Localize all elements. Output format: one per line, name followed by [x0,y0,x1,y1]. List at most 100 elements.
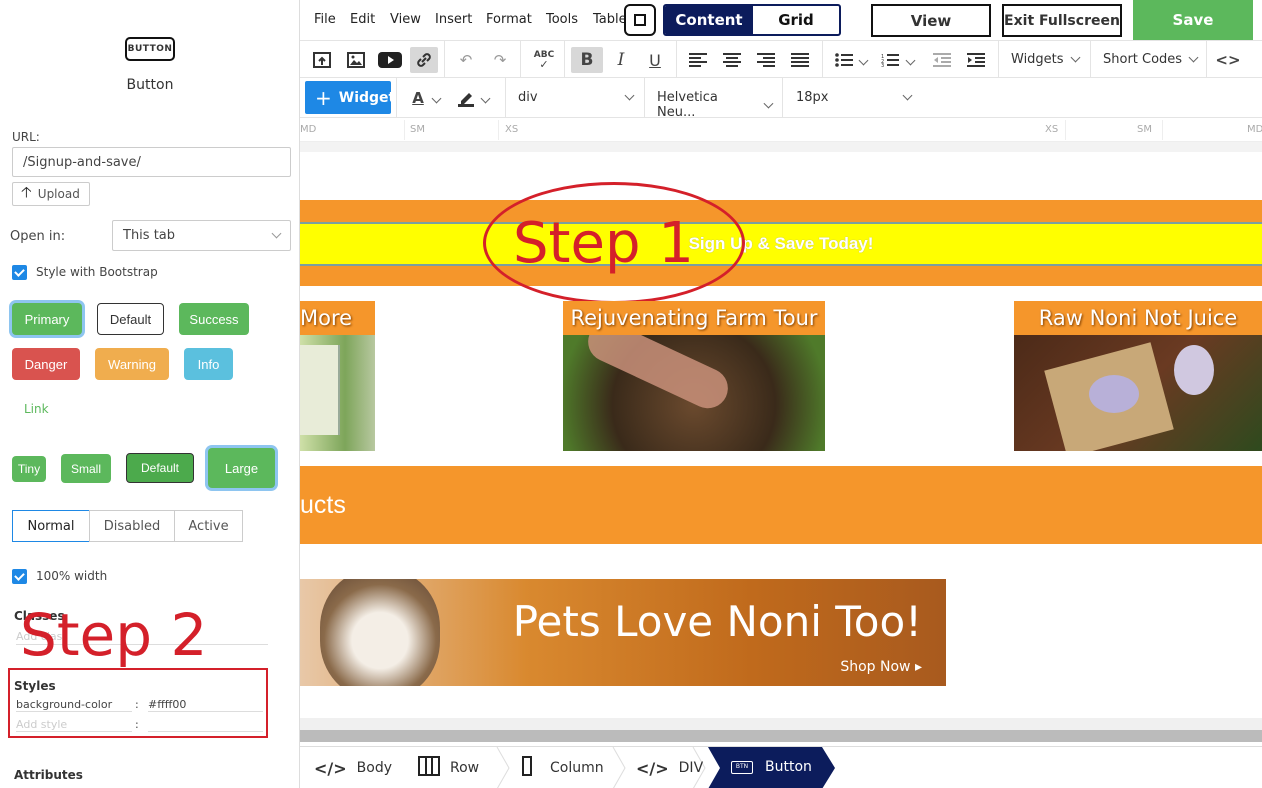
style-danger-button[interactable]: Danger [12,348,80,380]
style-warning-button[interactable]: Warning [95,348,169,380]
open-in-label: Open in: [10,229,66,244]
select-element-icon[interactable] [624,4,656,36]
card-title-farm-tour[interactable]: Rejuvenating Farm Tour [563,301,825,335]
menu-file[interactable]: File [314,12,336,27]
save-button[interactable]: Save [1133,0,1253,40]
redo-icon[interactable]: ↷ [486,47,514,73]
shop-now-link[interactable]: Shop Now ▸ [840,659,922,675]
align-center-icon[interactable] [718,47,746,73]
state-disabled-tab[interactable]: Disabled [89,510,175,542]
size-large-button[interactable]: Large [208,448,275,488]
style-primary-button[interactable]: Primary [12,303,82,335]
style-success-button[interactable]: Success [179,303,249,335]
outdent-icon[interactable] [928,47,956,73]
full-width-checkbox[interactable] [12,569,27,584]
pets-banner[interactable]: Pets Love Noni Too! Shop Now ▸ [300,579,946,686]
align-right-icon[interactable] [752,47,780,73]
content-mode-tab[interactable]: Content [665,6,753,34]
state-normal-tab[interactable]: Normal [12,510,90,542]
menu-tools[interactable]: Tools [546,12,578,27]
font-family-dropdown[interactable]: Helvetica Neu... [657,90,774,120]
add-widget-button[interactable]: + Widget [305,81,395,114]
full-width-label: 100% width [36,569,108,583]
signup-button[interactable]: Sign Up & Save Today! [300,222,1262,266]
bullet-list-chevron-icon[interactable] [855,47,871,73]
bootstrap-checkbox[interactable] [12,265,27,280]
style-default-button[interactable]: Default [97,303,164,335]
style-key-new[interactable]: Add style [16,718,132,732]
view-button[interactable]: View [871,4,991,37]
style-value-new[interactable] [148,718,263,732]
style-info-button[interactable]: Info [184,348,233,380]
upload-button[interactable]: 🡡 Upload [12,182,90,206]
link-icon[interactable] [410,47,438,73]
breadcrumb-div[interactable]: </> DIV [636,747,703,788]
farm-tour-image[interactable] [563,335,825,451]
spellcheck-icon[interactable]: ABC ✓ [530,47,558,73]
toolbar-separator [1206,41,1207,79]
state-active-tab[interactable]: Active [174,510,243,542]
editor-window: BUTTON Button URL: /Signup-and-save/ 🡡 U… [0,0,1262,788]
highlight-color-chevron-icon[interactable] [477,85,493,111]
underline-icon[interactable]: U [641,47,669,73]
bold-icon[interactable]: B [571,47,603,73]
size-default-button[interactable]: Default [126,453,194,483]
code-icon: </> [636,758,669,778]
short-codes-label: Short Codes [1103,52,1183,67]
source-code-icon[interactable]: <> [1214,47,1242,73]
open-in-value: This tab [123,228,176,243]
image-icon[interactable] [342,47,370,73]
card-title-raw-noni[interactable]: Raw Noni Not Juice [1014,301,1262,335]
style-value-0[interactable]: #ffff00 [148,698,263,712]
canvas-scroll-strip[interactable] [300,730,1262,742]
breadcrumb-column[interactable]: Column [522,747,604,788]
step2-annotation: Step 2 [20,601,208,669]
breadcrumb-body[interactable]: </> Body [314,747,392,788]
code-icon: </> [314,758,347,778]
video-icon[interactable] [376,47,404,73]
exit-fullscreen-button[interactable]: Exit Fullscreen [1002,4,1122,37]
url-input[interactable]: /Signup-and-save/ [12,147,291,177]
font-family-value: Helvetica Neu... [657,90,718,120]
menu-format[interactable]: Format [486,12,532,27]
block-format-dropdown[interactable]: div [518,90,635,105]
toolbar-separator [1090,41,1091,79]
align-left-icon[interactable] [684,47,712,73]
insert-template-icon[interactable] [308,47,336,73]
open-in-select[interactable]: This tab [112,220,291,251]
menu-edit[interactable]: Edit [350,12,375,27]
bullet-list-icon[interactable] [830,47,858,73]
widgets-dropdown[interactable]: Widgets [1011,52,1081,67]
style-link-button[interactable]: Link [24,402,49,416]
short-codes-dropdown[interactable]: Short Codes [1103,52,1199,67]
style-key-0[interactable]: background-color [16,698,132,712]
menu-bar: File Edit View Insert Format Tools Table… [300,0,1262,40]
menu-view[interactable]: View [390,12,421,27]
menu-insert[interactable]: Insert [435,12,472,27]
style-colon-new: : [135,718,139,731]
mode-toggle: Content Grid [663,4,841,36]
chevron-down-icon [271,228,282,239]
numbered-list-chevron-icon[interactable] [902,47,918,73]
grid-mode-tab[interactable]: Grid [753,6,839,34]
toolbar-separator [782,78,783,118]
raw-noni-image[interactable] [1014,335,1262,451]
breadcrumb-row[interactable]: Row [418,747,479,788]
size-tiny-button[interactable]: Tiny [12,456,46,482]
breadcrumb-button[interactable]: BTN Button [708,747,836,788]
menu-table[interactable]: Table [593,12,627,27]
size-small-button[interactable]: Small [61,454,111,483]
toolbar-separator [505,78,506,118]
add-widget-label: Widget [338,89,396,106]
font-size-dropdown[interactable]: 18px [796,90,913,105]
undo-icon[interactable]: ↶ [452,47,480,73]
noni-leather-image[interactable] [300,335,375,451]
card-title-more[interactable]: More [300,301,375,335]
widgets-label: Widgets [1011,52,1064,67]
indent-icon[interactable] [962,47,990,73]
italic-icon[interactable]: I [607,47,635,73]
align-justify-icon[interactable] [786,47,814,73]
highlight-color-icon[interactable] [452,85,480,111]
text-color-chevron-icon[interactable] [428,85,444,111]
numbered-list-icon[interactable]: 123 [876,47,904,73]
